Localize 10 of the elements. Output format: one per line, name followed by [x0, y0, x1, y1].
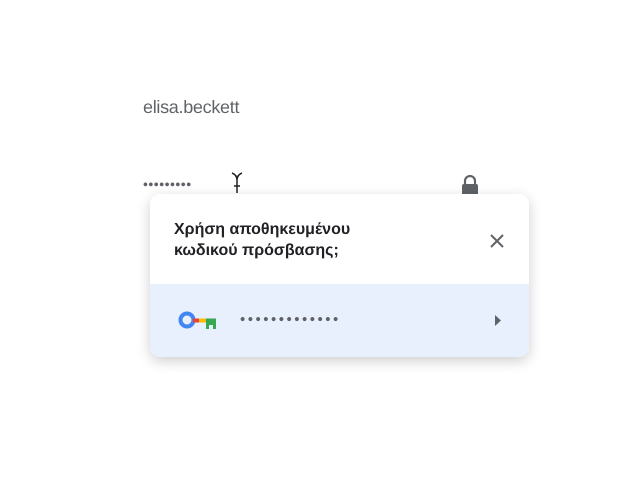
key-icon: [178, 311, 217, 330]
text-cursor-icon: [230, 172, 244, 194]
saved-password-text: •••••••••••••: [240, 310, 341, 330]
caret-icon: [495, 315, 501, 326]
popup-title: Χρήση αποθηκευμένου κωδικού πρόσβασης;: [174, 220, 352, 261]
saved-password-item[interactable]: •••••••••••••: [150, 284, 529, 357]
close-button[interactable]: [489, 233, 505, 249]
password-field[interactable]: •••••••••: [143, 174, 192, 195]
username-text[interactable]: elisa.beckett: [143, 94, 240, 121]
lock-icon: [461, 175, 479, 195]
